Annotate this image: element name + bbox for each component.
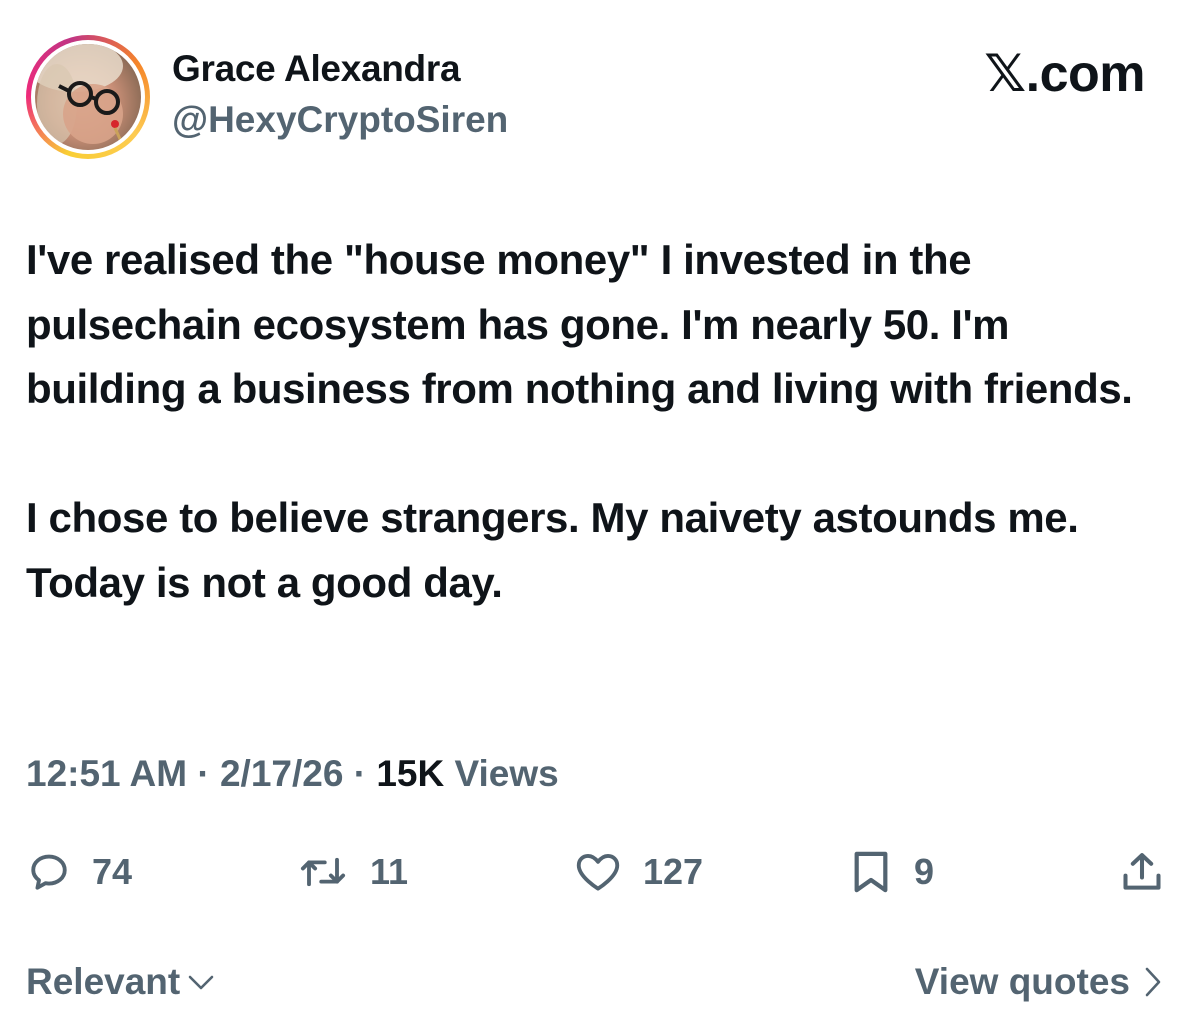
tweet-date[interactable]: 2/17/26 — [220, 753, 343, 794]
chevron-right-icon — [1145, 967, 1161, 997]
views-count: 15K — [376, 753, 445, 794]
view-quotes-link[interactable]: View quotes — [915, 961, 1162, 1003]
sort-label: Relevant — [26, 961, 181, 1002]
share-button[interactable] — [1120, 845, 1164, 899]
like-button[interactable]: 127 — [575, 845, 703, 899]
sort-replies-dropdown[interactable]: Relevant — [26, 961, 216, 1003]
repost-button[interactable]: 11 — [298, 845, 408, 899]
author-display-name[interactable]: Grace Alexandra — [172, 48, 461, 90]
views-label: Views — [454, 753, 559, 794]
tweet-paragraph: I chose to believe strangers. My naivety… — [26, 494, 1079, 606]
avatar-border — [31, 40, 145, 154]
bookmark-button[interactable]: 9 — [850, 845, 934, 899]
avatar-image — [35, 44, 127, 150]
tweet-text: I've realised the "house money" I invest… — [26, 228, 1176, 615]
repost-count: 11 — [370, 851, 409, 892]
meta-separator: · — [353, 753, 367, 794]
author-handle[interactable]: @HexyCryptoSiren — [172, 99, 508, 141]
tweet-meta: 12:51 AM · 2/17/26 · 15K Views — [26, 753, 559, 795]
repost-icon — [300, 857, 346, 887]
avatar[interactable] — [26, 35, 150, 159]
share-icon — [1123, 853, 1161, 890]
tweet-paragraph: I've realised the "house money" I invest… — [26, 236, 1133, 412]
x-brand-label: 𝕏.com — [984, 45, 1145, 103]
chevron-down-icon — [188, 975, 214, 990]
reply-button[interactable]: 74 — [28, 845, 132, 899]
bookmark-count: 9 — [914, 851, 935, 892]
reply-icon — [31, 854, 67, 890]
reply-count: 74 — [92, 851, 133, 892]
tweet-time[interactable]: 12:51 AM — [26, 753, 187, 794]
like-count: 127 — [643, 851, 704, 892]
avatar-photo — [35, 44, 141, 150]
bookmark-icon — [854, 851, 888, 893]
meta-separator: · — [197, 753, 210, 794]
view-quotes-label: View quotes — [914, 961, 1130, 1002]
heart-icon — [576, 853, 620, 891]
